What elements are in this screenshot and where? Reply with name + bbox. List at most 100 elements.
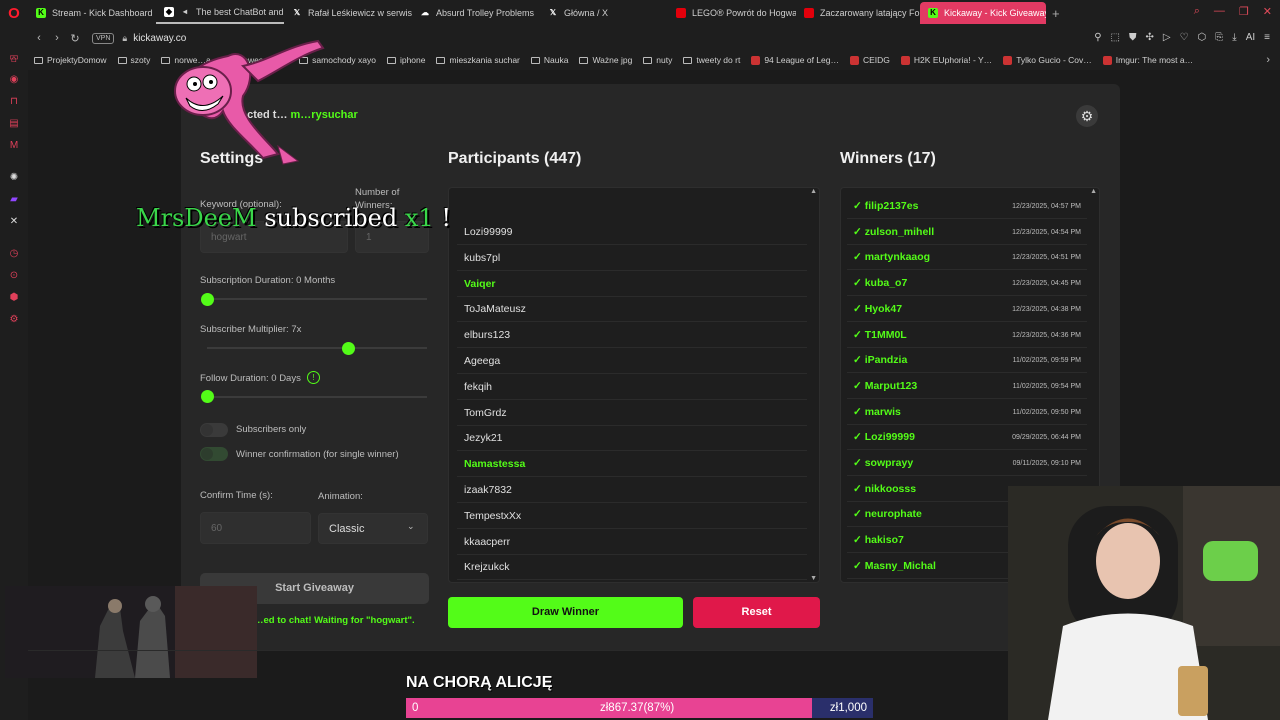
search-icon[interactable]: ⌕ bbox=[1194, 5, 1200, 18]
scroll-up-icon[interactable]: ▲ bbox=[810, 188, 817, 195]
winner-row[interactable]: ✓ marwis 11/02/2025, 09:50 PM bbox=[847, 400, 1087, 425]
history-icon[interactable]: ◷ bbox=[8, 248, 20, 260]
info-icon[interactable]: ! bbox=[307, 371, 320, 384]
winner-confirmation-toggle[interactable] bbox=[200, 447, 228, 461]
participant-row[interactable]: kkaacperr bbox=[457, 530, 807, 555]
winner-row[interactable]: ✓ iPandzia 11/02/2025, 09:59 PM bbox=[847, 348, 1087, 374]
winner-row[interactable]: ✓ martynkaaog 12/23/2025, 04:51 PM bbox=[847, 245, 1087, 271]
forward-button[interactable]: › bbox=[48, 32, 66, 44]
bookmark-item[interactable]: Nauka bbox=[530, 55, 568, 65]
follow-slider-track[interactable] bbox=[207, 396, 427, 398]
winner-row[interactable]: ✓ sowprayy 09/11/2025, 09:10 PM bbox=[847, 451, 1087, 476]
participant-row[interactable]: ToJaMateusz bbox=[457, 297, 807, 323]
x-icon[interactable]: ✕ bbox=[8, 216, 20, 228]
ai-button[interactable]: AI bbox=[1246, 32, 1255, 43]
bookmark-item[interactable]: CEIDG bbox=[850, 55, 890, 65]
bookmark-item[interactable]: iphone bbox=[386, 55, 425, 65]
bookmark-item[interactable]: tweety do rt bbox=[683, 55, 740, 65]
bookmarks-more-icon[interactable]: › bbox=[1266, 54, 1270, 66]
subscription-slider-handle[interactable] bbox=[201, 293, 214, 306]
reset-button[interactable]: Reset bbox=[693, 597, 820, 628]
participant-row[interactable]: Lozi99999 bbox=[457, 220, 807, 245]
tab-lego-ford[interactable]: Zaczarowany latający Ford bbox=[796, 2, 920, 24]
follow-slider-handle[interactable] bbox=[201, 390, 214, 403]
winner-row[interactable]: ✓ Hyok47 12/23/2025, 04:38 PM bbox=[847, 297, 1087, 322]
tab-trolley[interactable]: ☁ Absurd Trolley Problems bbox=[412, 2, 540, 24]
winner-row[interactable]: ✓ T1MM0L 12/23/2025, 04:36 PM bbox=[847, 323, 1087, 348]
participant-row[interactable]: Jezyk21 bbox=[457, 426, 807, 452]
participant-row[interactable]: izaak7832 bbox=[457, 478, 807, 503]
participant-row[interactable]: TempestxXx bbox=[457, 504, 807, 529]
cube-icon[interactable]: ⬢ bbox=[8, 292, 20, 304]
participant-row[interactable]: Vaiqer bbox=[457, 272, 807, 297]
bookmark-item[interactable]: nuty bbox=[643, 55, 672, 65]
back-button[interactable]: ‹ bbox=[30, 32, 48, 44]
winner-row[interactable]: ✓ zulson_mihell 12/23/2025, 04:54 PM bbox=[847, 220, 1087, 245]
subscribers-only-toggle[interactable] bbox=[200, 423, 228, 437]
speaker-icon[interactable]: ◂ bbox=[180, 7, 190, 17]
tab-kick-dashboard[interactable]: K Stream - Kick Dashboard bbox=[28, 2, 156, 24]
lock-icon[interactable]: 🔒︎ bbox=[122, 33, 127, 44]
tab-rafal[interactable]: 𝕏 Rafał Leśkiewicz w serwis bbox=[284, 2, 412, 24]
bookmark-item[interactable]: H2K EUphoria! - Y… bbox=[900, 55, 992, 65]
tab-chatbot[interactable]: ◆ ◂ The best ChatBot and bbox=[156, 2, 284, 24]
heart-icon[interactable]: ♡ bbox=[1180, 32, 1189, 43]
participant-row[interactable]: TomGrdz bbox=[457, 401, 807, 426]
draw-winner-button[interactable]: Draw Winner bbox=[448, 597, 683, 628]
vpn-badge[interactable]: VPN bbox=[92, 32, 115, 44]
bookmark-item[interactable]: ProjektyDomow bbox=[34, 55, 107, 65]
tab-kickaway[interactable]: K Kickaway - Kick Giveaway bbox=[920, 2, 1046, 24]
tab-lego-hogwarts[interactable]: LEGO® Powrót do Hogwa bbox=[668, 2, 796, 24]
bookmark-item[interactable]: Tylko Gucio - Cov… bbox=[1003, 55, 1092, 65]
chatgpt-icon[interactable]: ✺ bbox=[8, 172, 20, 184]
winner-row[interactable]: ✓ kuba_o7 12/23/2025, 04:45 PM bbox=[847, 271, 1087, 297]
winner-row[interactable]: ✓ Marput123 11/02/2025, 09:54 PM bbox=[847, 374, 1087, 399]
bag-icon[interactable]: ⊓ bbox=[8, 96, 20, 108]
winner-name: ✓ sowprayy bbox=[853, 457, 914, 469]
play-icon[interactable]: ▷ bbox=[1163, 32, 1171, 43]
bookmark-item[interactable]: Ważne jpg bbox=[579, 55, 632, 65]
messenger-icon[interactable]: ▤ bbox=[8, 118, 20, 130]
pin-icon[interactable]: ⚲ bbox=[1094, 32, 1101, 43]
share-icon[interactable]: ⎘ bbox=[1215, 32, 1223, 43]
puzzle-icon[interactable]: ⬡ bbox=[1198, 32, 1207, 43]
flow-icon[interactable]: ◉ bbox=[8, 74, 20, 86]
maximize-icon[interactable]: ❐ bbox=[1239, 5, 1249, 18]
opera-logo-icon[interactable]: O bbox=[0, 0, 28, 26]
scroll-down-icon[interactable]: ▼ bbox=[810, 575, 817, 582]
participant-row[interactable]: kubs7pl bbox=[457, 246, 807, 271]
minimize-icon[interactable]: — bbox=[1214, 5, 1225, 18]
wallet-icon[interactable]: ▭ bbox=[8, 52, 20, 64]
download-icon[interactable]: ⤓ bbox=[1232, 32, 1236, 43]
multiplier-slider-track[interactable] bbox=[207, 347, 427, 349]
tab-x-home[interactable]: 𝕏 Główna / X bbox=[540, 2, 668, 24]
participant-row[interactable]: fekqih bbox=[457, 375, 807, 400]
settings-icon[interactable]: ⚙ bbox=[8, 314, 20, 326]
gear-icon[interactable]: ⚙ bbox=[1076, 105, 1098, 127]
bookmark-item[interactable]: mieszkania suchar bbox=[436, 55, 520, 65]
clock-icon[interactable]: ⊙ bbox=[8, 270, 20, 282]
twitch-icon[interactable]: ▰ bbox=[8, 194, 20, 206]
extension-icon[interactable]: ✣ bbox=[1145, 32, 1153, 43]
participants-list[interactable]: ▲ ▼ Lozi99999 kubs7pl Vaiqer ToJaMateusz elb… bbox=[448, 187, 820, 583]
reload-button[interactable]: ↻ bbox=[66, 32, 84, 45]
winner-row[interactable]: ✓ Lozi99999 09/29/2025, 06:44 PM bbox=[847, 425, 1087, 451]
bookmark-item[interactable]: szoty bbox=[117, 55, 150, 65]
participant-row[interactable]: Namastessa bbox=[457, 452, 807, 478]
new-tab-button[interactable]: + bbox=[1046, 6, 1066, 21]
gmail-icon[interactable]: M bbox=[8, 140, 20, 152]
bookmark-item[interactable]: 94 League of Leg… bbox=[751, 55, 839, 65]
subscription-slider-track[interactable] bbox=[207, 298, 427, 300]
participant-row[interactable]: Ageega bbox=[457, 349, 807, 374]
scroll-up-icon[interactable]: ▲ bbox=[1090, 188, 1097, 195]
snapshot-icon[interactable]: ⬚ bbox=[1111, 32, 1120, 43]
winner-row[interactable]: ✓ filip2137es 12/23/2025, 04:57 PM bbox=[847, 194, 1087, 219]
participant-row[interactable]: elburs123 bbox=[457, 323, 807, 349]
shield-icon[interactable]: ⛊ bbox=[1129, 32, 1137, 43]
bookmark-item[interactable]: Imgur: The most a… bbox=[1102, 55, 1193, 65]
menu-icon[interactable]: ≡ bbox=[1264, 32, 1270, 43]
close-icon[interactable]: ✕ bbox=[1263, 5, 1272, 18]
chevron-down-icon[interactable]: ⌄ bbox=[407, 521, 415, 532]
participant-row[interactable]: Krejzukck bbox=[457, 555, 807, 581]
confirm-time-input[interactable]: 60 bbox=[200, 512, 311, 544]
